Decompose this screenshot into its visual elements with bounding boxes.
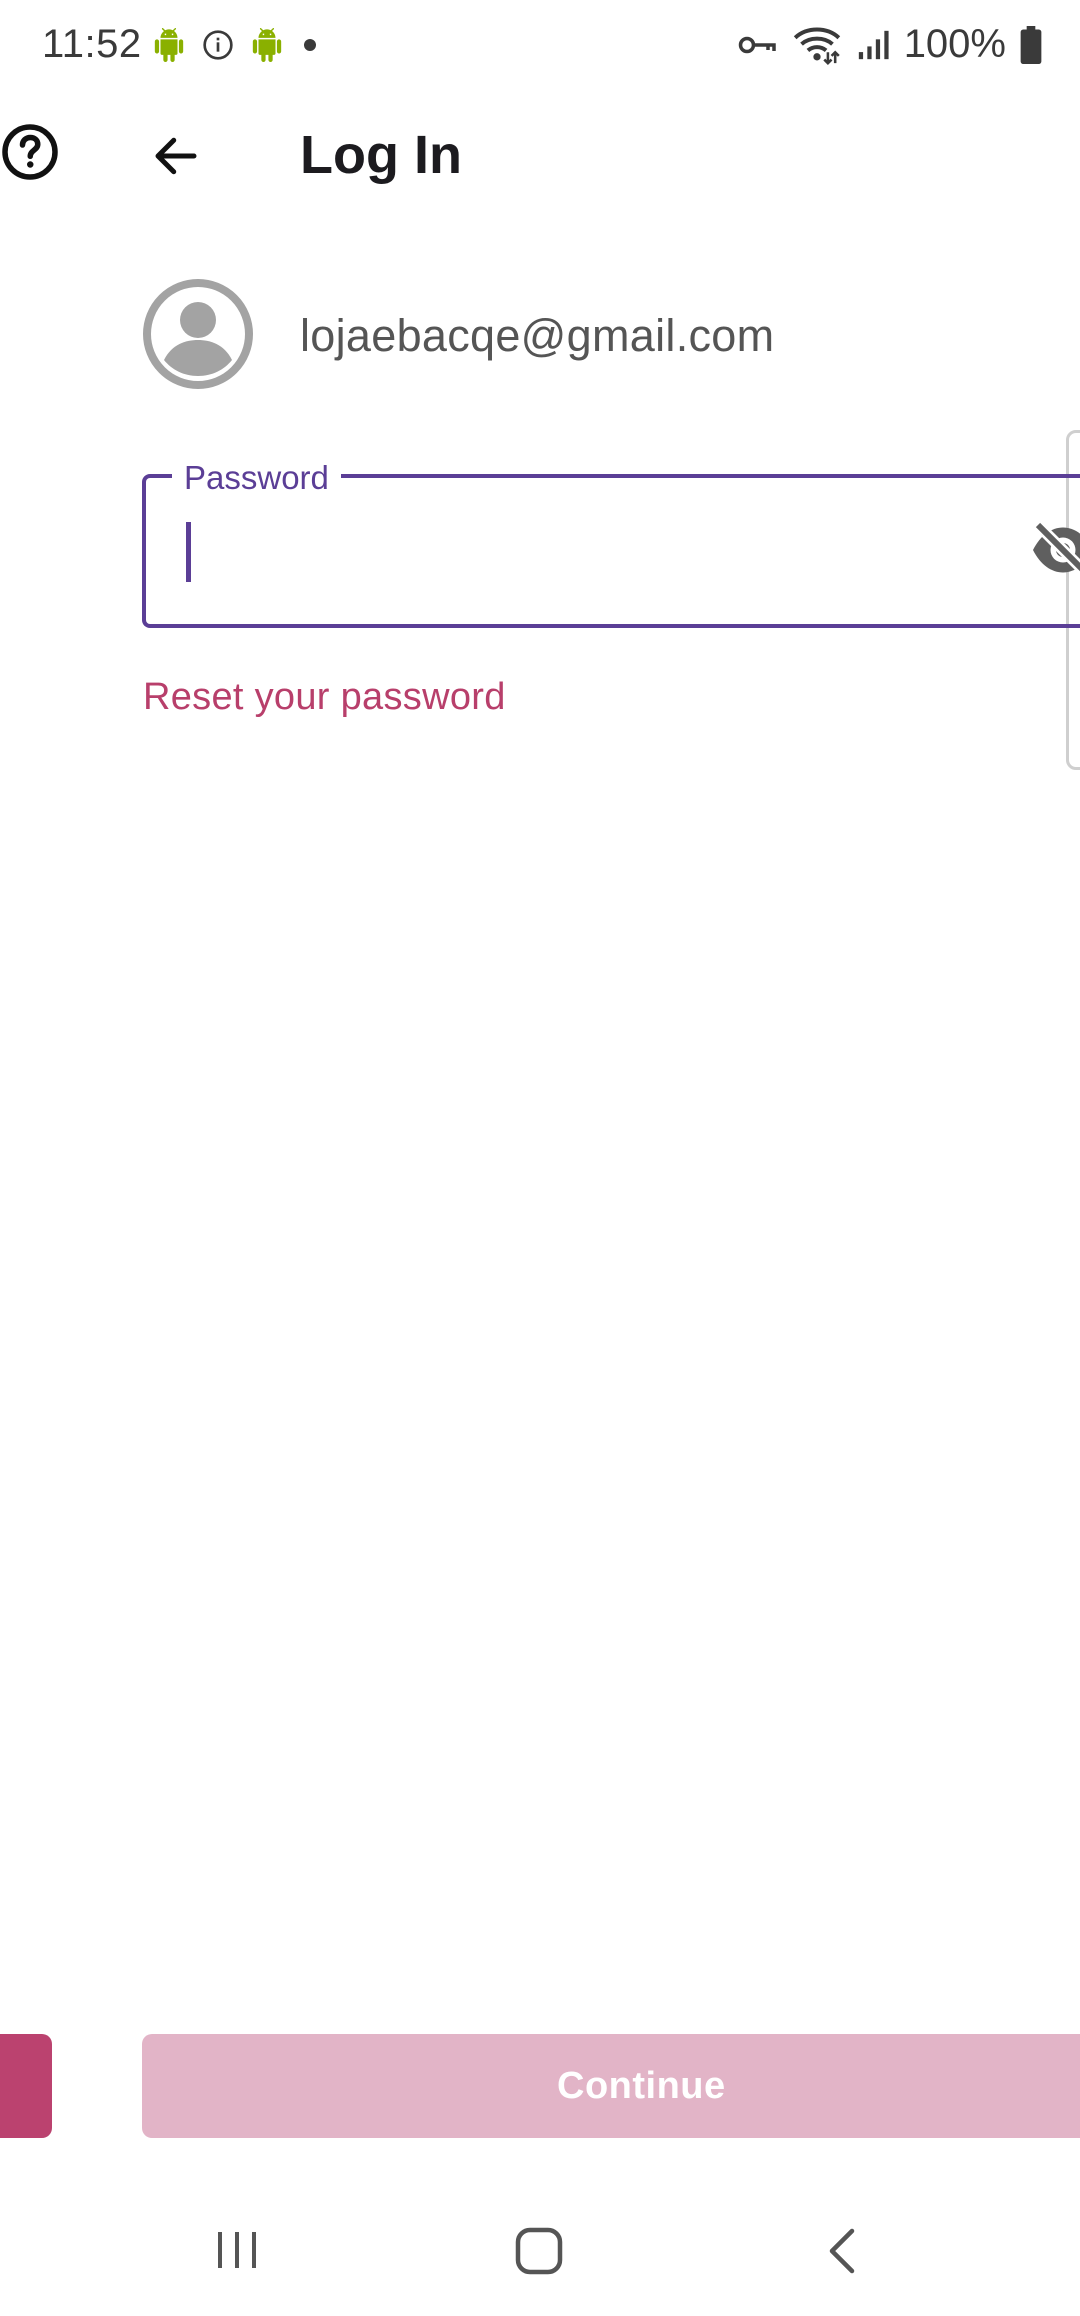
recents-icon[interactable]: [215, 2228, 259, 2272]
help-circle-icon[interactable]: [0, 122, 60, 182]
android-icon: [252, 28, 282, 62]
nav-back-icon[interactable]: [820, 2226, 866, 2276]
password-label: Password: [172, 458, 341, 498]
signal-icon: [858, 30, 889, 59]
secondary-action-button[interactable]: [0, 2034, 52, 2138]
account-circle-icon: [143, 279, 253, 389]
dot-icon: [304, 39, 316, 51]
vpn-key-icon: [738, 36, 776, 53]
continue-label: Continue: [557, 2064, 726, 2107]
battery-icon: [1020, 25, 1042, 64]
back-button[interactable]: [140, 120, 212, 192]
home-icon[interactable]: [514, 2226, 564, 2276]
info-icon: [203, 30, 233, 60]
login-screen: 11:52 100% Log In lojaebacqe@gmail.com P…: [0, 0, 1080, 2316]
page-title: Log In: [300, 125, 462, 185]
text-cursor: [186, 522, 191, 582]
status-right-icons: 100%: [738, 22, 1042, 67]
notification-icons: [152, 28, 320, 62]
arrow-left-icon: [155, 137, 197, 175]
wifi-icon: [793, 27, 840, 65]
continue-button[interactable]: Continue: [142, 2034, 1080, 2138]
battery-percentage: 100%: [903, 22, 1006, 66]
reset-password-link[interactable]: Reset your password: [143, 676, 506, 719]
status-time: 11:52: [42, 22, 142, 66]
status-bar: 11:52 100%: [0, 0, 1080, 92]
android-icon: [154, 28, 184, 62]
account-email: lojaebacqe@gmail.com: [300, 310, 775, 361]
visibility-off-icon[interactable]: [1028, 520, 1080, 580]
